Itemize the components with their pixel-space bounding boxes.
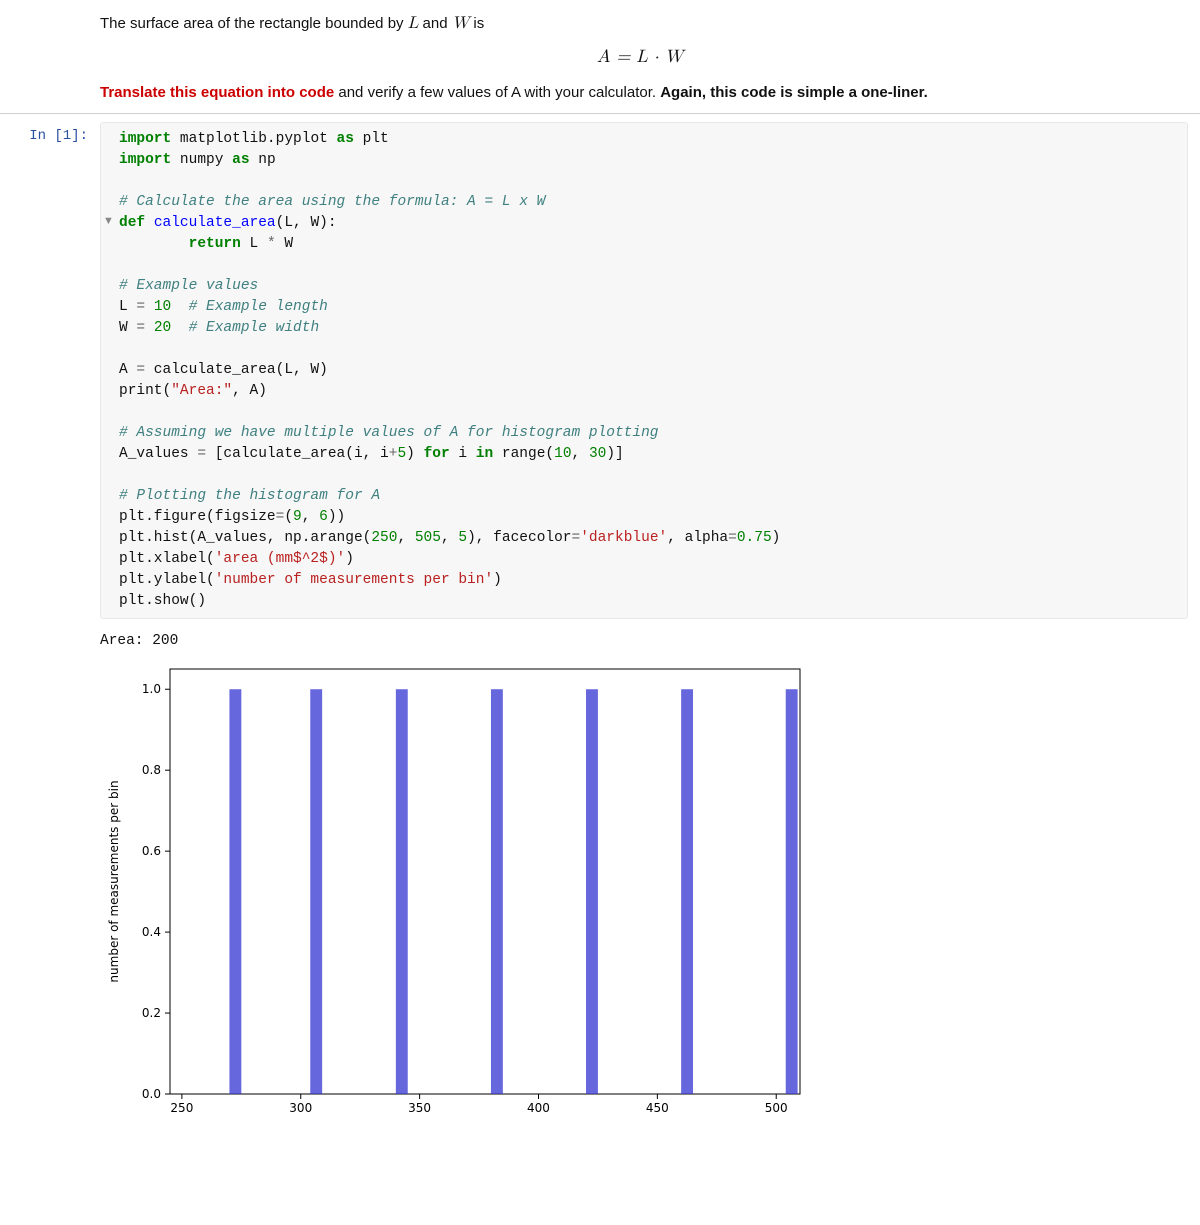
math-L: L (408, 15, 419, 32)
instruction-tail: Again, this code is simple a one-liner. (660, 84, 928, 101)
svg-text:400: 400 (527, 1101, 550, 1115)
svg-text:0.8: 0.8 (142, 763, 161, 777)
svg-text:0.4: 0.4 (142, 925, 161, 939)
code-block[interactable]: import matplotlib.pyplot as plt import n… (119, 129, 1177, 612)
stdout-output: Area: 200 (100, 633, 1200, 649)
histogram-output: 0.0 0.2 0.4 0.6 0.8 1.0 250 300 350 400 450 500 numb… (100, 659, 1200, 1129)
code-cell: In [1]: ▼ import matplotlib.pyplot as pl… (0, 113, 1200, 619)
svg-text:350: 350 (408, 1101, 431, 1115)
math-W: W (452, 15, 469, 32)
svg-text:250: 250 (170, 1101, 193, 1115)
instruction-line: Translate this equation into code and ve… (100, 82, 1180, 103)
svg-text:0.6: 0.6 (142, 844, 161, 858)
red-instruction: Translate this equation into code (100, 84, 334, 101)
svg-text:0.0: 0.0 (142, 1087, 161, 1101)
markdown-cell: The surface area of the rectangle bounde… (100, 0, 1180, 103)
svg-text:number of measurements per bin: number of measurements per bin (107, 781, 121, 983)
intro-text-3: is (473, 15, 484, 32)
svg-text:1.0: 1.0 (142, 682, 161, 696)
intro-text-1: The surface area of the rectangle bounde… (100, 15, 408, 32)
code-input-area[interactable]: ▼ import matplotlib.pyplot as plt import… (100, 122, 1188, 619)
instruction-mid: and verify a few values of A with your c… (338, 84, 660, 101)
fold-triangle-icon[interactable]: ▼ (103, 215, 114, 227)
intro-text-2: and (423, 15, 452, 32)
equation-display: A = L · W (100, 46, 1180, 68)
svg-text:0.2: 0.2 (142, 1006, 161, 1020)
svg-text:450: 450 (646, 1101, 669, 1115)
svg-text:500: 500 (765, 1101, 788, 1115)
input-prompt: In [1]: (0, 122, 100, 144)
svg-text:300: 300 (289, 1101, 312, 1115)
intro-line: The surface area of the rectangle bounde… (100, 12, 1180, 36)
